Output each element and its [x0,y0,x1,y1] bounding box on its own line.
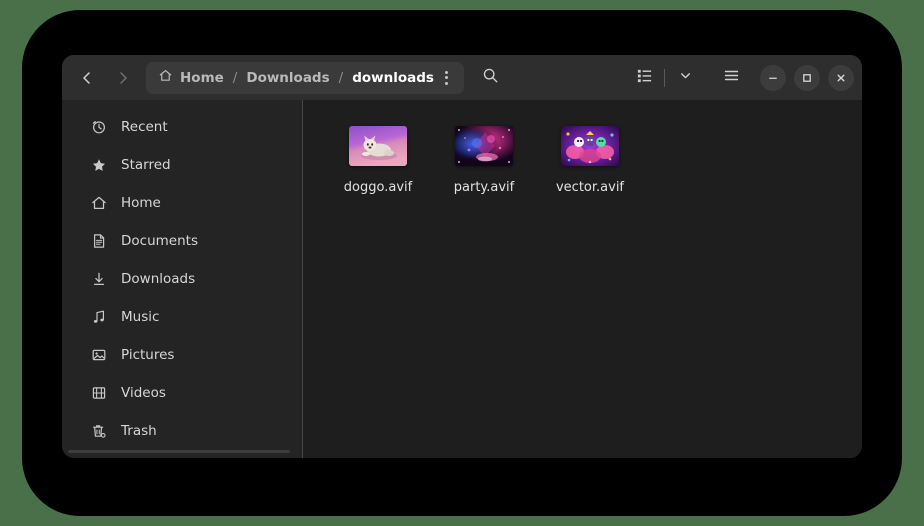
close-button[interactable] [828,65,854,91]
file-grid: doggo.avif [303,100,862,458]
sidebar-label-downloads: Downloads [121,271,195,287]
toolbar-divider [664,69,665,87]
forward-button[interactable] [106,63,140,93]
breadcrumb-label-downloads: Downloads [246,70,329,86]
view-controls [627,62,702,94]
file-thumbnail-party [455,126,513,166]
breadcrumb-item-downloads[interactable]: Downloads [246,70,329,86]
file-label-vector: vector.avif [556,180,624,195]
file-label-party: party.avif [454,180,514,195]
maximize-button[interactable] [794,65,820,91]
breadcrumb-label-current: downloads [352,70,434,86]
trash-icon [90,423,107,440]
list-view-button[interactable] [627,62,661,94]
file-item-doggo[interactable]: doggo.avif [325,122,431,195]
sidebar-item-music[interactable]: Music [68,298,296,336]
minimize-button[interactable] [760,65,786,91]
list-view-icon [636,67,653,88]
sidebar-label-videos: Videos [121,385,166,401]
file-thumbnail-doggo [349,126,407,166]
sidebar-item-downloads[interactable]: Downloads [68,260,296,298]
view-dropdown-button[interactable] [668,62,702,94]
breadcrumb-item-home[interactable]: Home [158,68,224,87]
file-item-party[interactable]: party.avif [431,122,537,195]
star-icon [90,157,107,174]
music-note-icon [90,309,107,326]
header-bar: Home / Downloads / downloads [62,55,862,100]
sidebar: Recent Starred [62,100,302,458]
file-thumbnail-vector [561,126,619,166]
search-icon [482,67,499,88]
vertical-dots-icon [445,71,448,85]
sidebar-label-trash: Trash [121,423,157,439]
download-icon [90,271,107,288]
navigation-buttons [70,63,140,93]
sidebar-scrollbar[interactable] [68,450,290,453]
path-menu-button[interactable] [434,65,460,91]
image-icon [90,347,107,364]
sidebar-item-starred[interactable]: Starred [68,146,296,184]
file-label-doggo: doggo.avif [344,180,412,195]
sidebar-label-starred: Starred [121,157,171,173]
desktop-background: Home / Downloads / downloads [0,0,924,526]
main-menu-button[interactable] [714,62,748,94]
back-button[interactable] [70,63,104,93]
breadcrumb-item-current[interactable]: downloads [352,70,434,86]
sidebar-label-documents: Documents [121,233,198,249]
breadcrumb-label-home: Home [180,70,224,86]
document-icon [90,233,107,250]
sidebar-item-trash[interactable]: Trash [68,412,296,450]
breadcrumb-separator: / [339,70,344,86]
film-icon [90,385,107,402]
chevron-down-icon [678,68,693,87]
search-button[interactable] [474,62,508,94]
sidebar-label-home: Home [121,195,161,211]
breadcrumb-bar: Home / Downloads / downloads [146,62,464,94]
sidebar-item-home[interactable]: Home [68,184,296,222]
home-icon [90,195,107,212]
sidebar-label-recent: Recent [121,119,168,135]
file-manager-window: Home / Downloads / downloads [62,55,862,458]
file-item-vector[interactable]: vector.avif [537,122,643,195]
hamburger-menu-icon [723,67,740,88]
clock-icon [90,119,107,136]
sidebar-item-documents[interactable]: Documents [68,222,296,260]
breadcrumb: Home / Downloads / downloads [158,68,434,87]
sidebar-item-recent[interactable]: Recent [68,108,296,146]
breadcrumb-separator: / [233,70,238,86]
sidebar-label-music: Music [121,309,159,325]
sidebar-item-pictures[interactable]: Pictures [68,336,296,374]
window-controls [760,65,854,91]
home-icon [158,68,173,87]
sidebar-item-videos[interactable]: Videos [68,374,296,412]
window-body: Recent Starred [62,100,862,458]
sidebar-label-pictures: Pictures [121,347,174,363]
